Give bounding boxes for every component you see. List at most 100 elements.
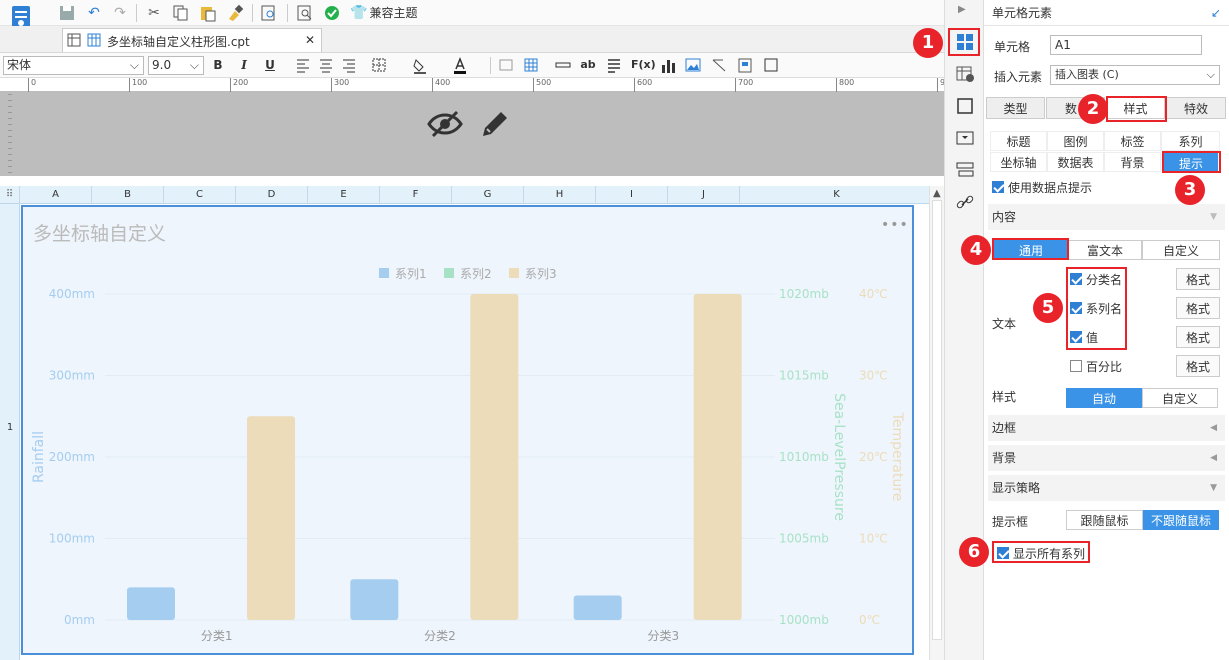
undo-icon[interactable]: ↶ <box>84 3 104 23</box>
tipbox-nofollow[interactable]: 不跟随鼠标 <box>1143 510 1219 530</box>
tab-style[interactable]: 样式 <box>1106 97 1165 119</box>
image-icon[interactable] <box>684 56 702 74</box>
cell-icon[interactable] <box>497 56 515 74</box>
use-tooltip-checkbox[interactable]: 使用数据点提示 <box>992 178 1192 196</box>
hide-eye-icon[interactable] <box>427 108 463 140</box>
column-header-B[interactable]: B <box>92 186 164 204</box>
check-category-name[interactable]: 分类名 <box>1070 270 1150 288</box>
tab-type[interactable]: 类型 <box>986 97 1045 119</box>
bar-chart-icon[interactable] <box>659 56 677 74</box>
cell-element-icon[interactable] <box>955 32 975 52</box>
subtab-title[interactable]: 标题 <box>990 131 1047 151</box>
show-all-series-checkbox[interactable]: 显示所有系列 <box>997 544 1097 562</box>
column-header-F[interactable]: F <box>380 186 452 204</box>
subtab-label[interactable]: 标签 <box>1104 131 1161 151</box>
column-header-C[interactable]: C <box>164 186 236 204</box>
mode-richtext[interactable]: 富文本 <box>1068 240 1142 260</box>
border-section[interactable]: 边框 ◀ <box>988 415 1225 441</box>
column-header-H[interactable]: H <box>524 186 596 204</box>
paste-icon[interactable] <box>198 3 218 23</box>
copy-icon[interactable] <box>171 3 191 23</box>
fill-color-icon[interactable] <box>411 56 429 74</box>
frame-icon[interactable] <box>762 56 780 74</box>
redo-icon[interactable]: ↷ <box>110 3 130 23</box>
column-header-J[interactable]: J <box>668 186 740 204</box>
column-header-I[interactable]: I <box>596 186 668 204</box>
scroll-up-icon[interactable]: ▲ <box>933 188 941 199</box>
column-header-E[interactable]: E <box>308 186 380 204</box>
subtab-datasheet[interactable]: 数据表 <box>1047 152 1104 172</box>
subtab-axis[interactable]: 坐标轴 <box>990 152 1047 172</box>
subtab-legend[interactable]: 图例 <box>1047 131 1104 151</box>
text-ab-button[interactable]: ab <box>579 56 597 74</box>
format-series-button[interactable]: 格式 <box>1176 297 1220 319</box>
condition-icon[interactable] <box>955 160 975 180</box>
widget-icon[interactable] <box>955 128 975 148</box>
edit-pencil-icon[interactable] <box>479 108 511 140</box>
underline-button[interactable]: U <box>261 56 279 74</box>
row-number[interactable]: 1 <box>0 422 20 433</box>
format-value-button[interactable]: 格式 <box>1176 326 1220 348</box>
format-painter-icon[interactable] <box>225 3 245 23</box>
sub-report-icon[interactable] <box>736 56 754 74</box>
expand-arrow-icon[interactable]: ▶ <box>958 4 966 15</box>
chart-cell[interactable]: 多坐标轴自定义 ••• 400mm 1020mb 40℃ 300mm 1015mb 30℃… <box>21 205 914 655</box>
subtab-tooltip[interactable]: 提示 <box>1164 153 1218 173</box>
search-icon[interactable] <box>295 3 315 23</box>
percent-label: 百分比 <box>1086 360 1123 374</box>
subtab-background[interactable]: 背景 <box>1104 152 1161 172</box>
align-center-icon[interactable] <box>317 56 335 74</box>
border-style-icon[interactable] <box>955 96 975 116</box>
style-custom[interactable]: 自定义 <box>1142 388 1218 408</box>
column-header-G[interactable]: G <box>452 186 524 204</box>
compat-theme-button[interactable]: 👕 兼容主题 <box>350 3 417 23</box>
chevron-down-icon: ⌵ <box>129 58 139 72</box>
column-header-K[interactable]: K <box>740 186 934 204</box>
scroll-thumb[interactable] <box>932 200 942 640</box>
check-percent[interactable]: 百分比 <box>1070 357 1150 375</box>
cell-field[interactable]: A1 <box>1050 35 1202 55</box>
check-value[interactable]: 值 <box>1070 328 1150 346</box>
column-header-A[interactable]: A <box>20 186 92 204</box>
mode-custom[interactable]: 自定义 <box>1142 240 1220 260</box>
collapse-arrow-icon[interactable]: ↙ <box>1211 0 1221 26</box>
left-axis-tick: 400mm <box>49 287 95 301</box>
insert-element-select[interactable]: 插入图表 (C) ⌵ <box>1050 65 1220 85</box>
preview-icon[interactable] <box>259 3 279 23</box>
format-percent-button[interactable]: 格式 <box>1176 355 1220 377</box>
content-section[interactable]: 内容 ▼ <box>988 204 1225 230</box>
formula-button[interactable]: F(x) <box>631 56 656 74</box>
hyperlink-icon[interactable] <box>955 192 975 212</box>
italic-button[interactable]: I <box>235 56 253 74</box>
select-all-icon[interactable]: ⠿ <box>0 186 20 204</box>
paragraph-icon[interactable] <box>605 56 623 74</box>
dash-icon[interactable] <box>554 56 572 74</box>
subtab-series[interactable]: 系列 <box>1161 131 1220 151</box>
slash-icon[interactable] <box>710 56 728 74</box>
check-icon[interactable] <box>322 3 342 23</box>
style-auto[interactable]: 自动 <box>1066 388 1142 408</box>
format-category-button[interactable]: 格式 <box>1176 268 1220 290</box>
align-right-icon[interactable] <box>340 56 358 74</box>
bold-button[interactable]: B <box>209 56 227 74</box>
background-section[interactable]: 背景 ◀ <box>988 445 1225 471</box>
font-family-select[interactable]: 宋体 ⌵ <box>3 56 144 75</box>
cell-attribute-icon[interactable] <box>955 64 975 84</box>
tab-effect[interactable]: 特效 <box>1166 97 1226 119</box>
table-icon[interactable] <box>522 56 540 74</box>
cut-icon[interactable]: ✂ <box>144 3 164 23</box>
vertical-scrollbar[interactable]: ▲ <box>929 186 944 660</box>
font-size-select[interactable]: 9.0 ⌵ <box>148 56 204 75</box>
mode-general[interactable]: 通用 <box>994 240 1068 260</box>
strategy-section[interactable]: 显示策略 ▼ <box>988 475 1225 501</box>
save-icon[interactable] <box>57 3 77 23</box>
check-series-name[interactable]: 系列名 <box>1070 299 1150 317</box>
close-tab-icon[interactable]: ✕ <box>305 33 315 47</box>
align-left-icon[interactable] <box>294 56 312 74</box>
column-header-D[interactable]: D <box>236 186 308 204</box>
file-tab[interactable]: 多坐标轴自定义柱形图.cpt ✕ <box>62 28 322 52</box>
font-color-icon[interactable] <box>451 56 469 74</box>
tipbox-follow[interactable]: 跟随鼠标 <box>1066 510 1143 530</box>
border-icon[interactable] <box>370 56 388 74</box>
expand-left-icon: ◀ <box>1210 453 1217 463</box>
